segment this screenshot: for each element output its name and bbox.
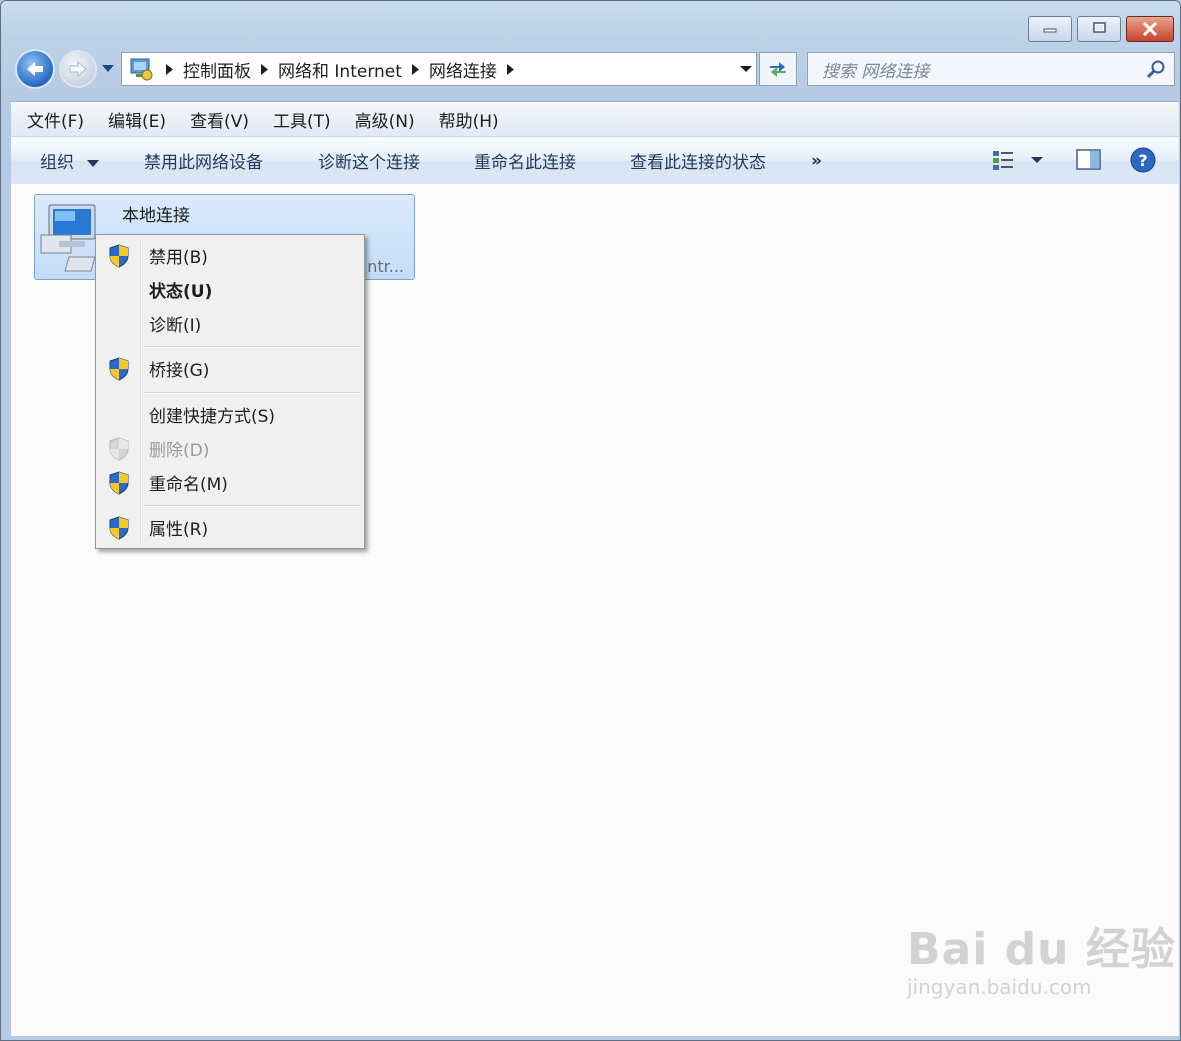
uac-shield-icon	[108, 244, 130, 273]
menu-item-label: 禁用(B)	[149, 247, 208, 268]
uac-shield-icon	[108, 516, 130, 545]
menu-tools[interactable]: 工具(T)	[273, 107, 331, 132]
chevron-down-icon	[102, 65, 114, 72]
uac-shield-icon	[108, 437, 130, 466]
menu-item-properties[interactable]: 属性(R)	[98, 511, 362, 543]
command-bar: 组织 禁用此网络设备 诊断这个连接 重命名此连接 查看此连接的状态 » ?	[11, 136, 1179, 185]
watermark-url: jingyan.baidu.com	[907, 975, 1092, 999]
menu-view[interactable]: 查看(V)	[190, 107, 249, 132]
breadcrumb-separator-icon[interactable]	[166, 63, 173, 75]
chevron-down-icon	[87, 160, 100, 167]
refresh-icon	[770, 62, 786, 77]
menu-edit[interactable]: 编辑(E)	[108, 107, 166, 132]
control-panel-icon	[126, 54, 156, 84]
address-dropdown-button[interactable]	[740, 61, 752, 82]
menu-item-status[interactable]: 状态(U)	[98, 273, 362, 305]
menu-item-label: 删除(D)	[149, 440, 210, 461]
menu-item-diagnose[interactable]: 诊断(I)	[98, 307, 362, 339]
organize-button[interactable]: 组织	[40, 148, 100, 173]
restore-icon	[1093, 22, 1106, 33]
address-bar[interactable]: 控制面板 网络和 Internet 网络连接	[121, 52, 757, 86]
breadcrumb-separator-icon[interactable]	[411, 63, 419, 75]
menu-advanced[interactable]: 高级(N)	[355, 107, 415, 132]
menu-bar: 文件(F) 编辑(E) 查看(V) 工具(T) 高级(N) 帮助(H)	[11, 101, 1179, 136]
rename-connection-button[interactable]: 重命名此连接	[474, 148, 576, 173]
restore-button[interactable]	[1077, 16, 1121, 42]
help-icon: ?	[1130, 147, 1156, 173]
context-menu: 禁用(B) 状态(U) 诊断(I) 桥接(G) 创建快捷方式(S) 删除(D) …	[95, 234, 365, 549]
search-icon[interactable]	[1146, 59, 1166, 84]
help-button[interactable]: ?	[1130, 147, 1156, 178]
connection-adapter: ntr...	[367, 257, 404, 276]
search-box[interactable]: 搜索 网络连接	[807, 52, 1175, 86]
menu-separator	[143, 505, 360, 506]
menu-item-disable[interactable]: 禁用(B)	[98, 239, 362, 271]
menu-item-create-shortcut[interactable]: 创建快捷方式(S)	[98, 398, 362, 430]
menu-item-label: 创建快捷方式(S)	[149, 406, 276, 427]
breadcrumb-separator-icon[interactable]	[506, 63, 514, 75]
back-arrow-icon	[27, 62, 43, 76]
diagnose-connection-button[interactable]: 诊断这个连接	[318, 148, 420, 173]
refresh-button[interactable]	[759, 52, 797, 86]
menu-help[interactable]: 帮助(H)	[439, 107, 499, 132]
organize-label: 组织	[40, 153, 74, 173]
watermark-main: Bai du 经验	[907, 924, 1176, 975]
menu-separator	[143, 346, 360, 347]
menu-item-label: 属性(R)	[149, 519, 209, 540]
view-options-icon	[993, 151, 1043, 170]
forward-button[interactable]	[59, 50, 97, 88]
menu-file[interactable]: 文件(F)	[27, 107, 84, 132]
forward-arrow-icon	[69, 60, 87, 78]
more-commands-button[interactable]: »	[811, 151, 822, 171]
disable-device-button[interactable]: 禁用此网络设备	[144, 148, 263, 173]
recent-pages-button[interactable]	[101, 62, 115, 76]
menu-item-rename[interactable]: 重命名(M)	[98, 466, 362, 498]
connection-name: 本地连接	[122, 206, 190, 226]
baidu-watermark: Bai du 经验 jingyan.baidu.com	[907, 913, 1176, 999]
menu-item-label: 状态(U)	[149, 281, 213, 302]
caption-buttons	[1023, 16, 1174, 42]
uac-shield-icon	[108, 357, 130, 386]
menu-separator	[143, 392, 360, 393]
breadcrumb-network-connections[interactable]: 网络连接	[429, 57, 497, 82]
search-input[interactable]: 搜索 网络连接	[822, 57, 929, 82]
view-status-button[interactable]: 查看此连接的状态	[630, 148, 766, 173]
close-button[interactable]	[1126, 16, 1174, 42]
uac-shield-icon	[108, 471, 130, 500]
svg-text:?: ?	[1138, 151, 1147, 170]
menu-item-label: 诊断(I)	[149, 315, 202, 336]
minimize-button[interactable]	[1028, 16, 1072, 42]
menu-item-label: 桥接(G)	[149, 360, 210, 381]
preview-pane-icon	[1076, 149, 1101, 170]
breadcrumb-control-panel[interactable]: 控制面板	[183, 57, 251, 82]
breadcrumb-network-internet[interactable]: 网络和 Internet	[278, 57, 402, 82]
menu-item-delete: 删除(D)	[98, 432, 362, 464]
close-icon	[1142, 22, 1158, 36]
menu-item-bridge[interactable]: 桥接(G)	[98, 352, 362, 384]
minimize-icon	[1043, 28, 1057, 33]
preview-pane-button[interactable]	[1076, 148, 1102, 177]
network-computer-icon	[39, 201, 103, 278]
change-view-button[interactable]	[991, 149, 1047, 178]
navigation-buttons	[15, 49, 115, 89]
chevron-down-icon	[740, 66, 752, 72]
menu-item-label: 重命名(M)	[149, 474, 228, 495]
breadcrumb-separator-icon[interactable]	[261, 63, 268, 75]
back-button[interactable]	[15, 49, 55, 89]
